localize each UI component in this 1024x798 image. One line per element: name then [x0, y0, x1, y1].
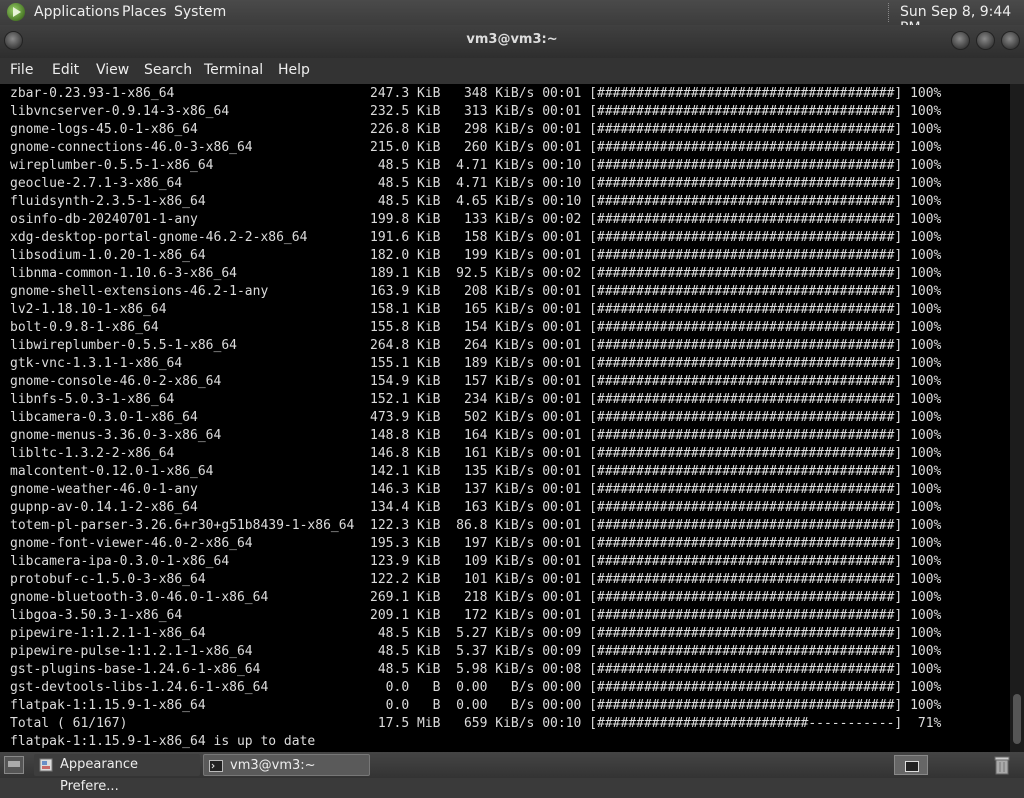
terminal-line: libgoa-3.50.3-1-x86_64 209.1 KiB 172 KiB…: [10, 608, 942, 623]
window-title: vm3@vm3:~: [466, 32, 558, 47]
terminal-line: malcontent-0.12.0-1-x86_64 142.1 KiB 135…: [10, 464, 942, 479]
terminal-line: gnome-console-46.0-2-x86_64 154.9 KiB 15…: [10, 374, 942, 389]
terminal-line: gnome-connections-46.0-3-x86_64 215.0 Ki…: [10, 140, 942, 155]
terminal-line: libnma-common-1.10.6-3-x86_64 189.1 KiB …: [10, 266, 942, 281]
terminal-line: totem-pl-parser-3.26.6+r30+g51b8439-1-x8…: [10, 518, 942, 533]
terminal-line: libcamera-ipa-0.3.0-1-x86_64 123.9 KiB 1…: [10, 554, 942, 569]
menu-bar: File Edit View Search Terminal Help: [0, 58, 1024, 84]
trash-icon[interactable]: [994, 755, 1010, 775]
terminal-line: gst-plugins-base-1.24.6-1-x86_64 48.5 Ki…: [10, 662, 942, 677]
menu-help[interactable]: Help: [278, 62, 310, 78]
terminal-line: bolt-0.9.8-1-x86_64 155.8 KiB 154 KiB/s …: [10, 320, 942, 335]
terminal-line: gnome-weather-46.0-1-any 146.3 KiB 137 K…: [10, 482, 942, 497]
places-menu[interactable]: Places: [122, 4, 167, 20]
taskbar-item-terminal[interactable]: vm3@vm3:~: [203, 754, 370, 776]
menu-file[interactable]: File: [10, 62, 33, 78]
terminal-line: geoclue-2.7.1-3-x86_64 48.5 KiB 4.71 KiB…: [10, 176, 942, 191]
terminal-line: protobuf-c-1.5.0-3-x86_64 122.2 KiB 101 …: [10, 572, 942, 587]
terminal-line: xdg-desktop-portal-gnome-46.2-2-x86_64 1…: [10, 230, 942, 245]
terminal-line: gnome-logs-45.0-1-x86_64 226.8 KiB 298 K…: [10, 122, 942, 137]
terminal-line: osinfo-db-20240701-1-any 199.8 KiB 133 K…: [10, 212, 942, 227]
terminal-line: libwireplumber-0.5.5-1-x86_64 264.8 KiB …: [10, 338, 942, 353]
taskbar-item-label: Appearance Prefere...: [60, 757, 139, 794]
panel-separator: [888, 3, 893, 22]
scrollbar-thumb[interactable]: [1013, 694, 1021, 744]
terminal-line: wireplumber-0.5.5-1-x86_64 48.5 KiB 4.71…: [10, 158, 942, 173]
menu-view[interactable]: View: [96, 62, 129, 78]
bottom-taskbar: Appearance Prefere... vm3@vm3:~: [0, 752, 1024, 794]
terminal-line: gst-devtools-libs-1.24.6-1-x86_64 0.0 B …: [10, 680, 942, 695]
terminal-line: gnome-menus-3.36.0-3-x86_64 148.8 KiB 16…: [10, 428, 942, 443]
show-desktop-icon[interactable]: [4, 756, 24, 774]
workspace-switcher[interactable]: [894, 755, 928, 775]
terminal-line: libltc-1.3.2-2-x86_64 146.8 KiB 161 KiB/…: [10, 446, 942, 461]
terminal-line: libnfs-5.0.3-1-x86_64 152.1 KiB 234 KiB/…: [10, 392, 942, 407]
terminal-line: pipewire-1:1.2.1-1-x86_64 48.5 KiB 5.27 …: [10, 626, 942, 641]
appearance-icon: [39, 758, 53, 772]
scrollbar[interactable]: [1010, 84, 1024, 752]
maximize-button[interactable]: [976, 31, 995, 50]
terminal-line: pipewire-pulse-1:1.2.1-1-x86_64 48.5 KiB…: [10, 644, 942, 659]
taskbar-item-label: vm3@vm3:~: [230, 758, 316, 773]
terminal-line: zbar-0.23.93-1-x86_64 247.3 KiB 348 KiB/…: [10, 86, 942, 101]
terminal-line: gtk-vnc-1.3.1-1-x86_64 155.1 KiB 189 KiB…: [10, 356, 942, 371]
terminal-line: gnome-shell-extensions-46.2-1-any 163.9 …: [10, 284, 942, 299]
menu-edit[interactable]: Edit: [52, 62, 79, 78]
menu-search[interactable]: Search: [144, 62, 192, 78]
terminal-line: flatpak-1:1.15.9-1-x86_64 is up to date: [10, 734, 316, 749]
system-menu[interactable]: System: [174, 4, 226, 20]
top-panel: Applications Places System Sun Sep 8, 9:…: [0, 0, 1024, 36]
applications-menu[interactable]: Applications: [34, 4, 120, 20]
terminal-line: libsodium-1.0.20-1-x86_64 182.0 KiB 199 …: [10, 248, 942, 263]
terminal-line: Total ( 61/167) 17.5 MiB 659 KiB/s 00:10…: [10, 716, 942, 731]
terminal-line: gupnp-av-0.14.1-2-x86_64 134.4 KiB 163 K…: [10, 500, 942, 515]
terminal-line: fluidsynth-2.3.5-1-x86_64 48.5 KiB 4.65 …: [10, 194, 942, 209]
menu-terminal[interactable]: Terminal: [204, 62, 263, 78]
terminal-line: gnome-bluetooth-3.0-46.0-1-x86_64 269.1 …: [10, 590, 942, 605]
distro-logo-icon[interactable]: [7, 3, 25, 21]
terminal-area[interactable]: zbar-0.23.93-1-x86_64 247.3 KiB 348 KiB/…: [0, 84, 1024, 752]
terminal-line: gnome-font-viewer-46.0-2-x86_64 195.3 Ki…: [10, 536, 942, 551]
close-button[interactable]: [1001, 31, 1020, 50]
terminal-line: libvncserver-0.9.14-3-x86_64 232.5 KiB 3…: [10, 104, 942, 119]
terminal-line: flatpak-1:1.15.9-1-x86_64 0.0 B 0.00 B/s…: [10, 698, 942, 713]
taskbar-item-appearance[interactable]: Appearance Prefere...: [34, 754, 200, 794]
terminal-line: libcamera-0.3.0-1-x86_64 473.9 KiB 502 K…: [10, 410, 942, 425]
terminal-icon: [209, 760, 223, 772]
window-titlebar[interactable]: vm3@vm3:~: [0, 25, 1024, 58]
terminal-output: zbar-0.23.93-1-x86_64 247.3 KiB 348 KiB/…: [10, 85, 941, 751]
terminal-line: lv2-1.18.10-1-x86_64 158.1 KiB 165 KiB/s…: [10, 302, 942, 317]
minimize-button[interactable]: [951, 31, 970, 50]
